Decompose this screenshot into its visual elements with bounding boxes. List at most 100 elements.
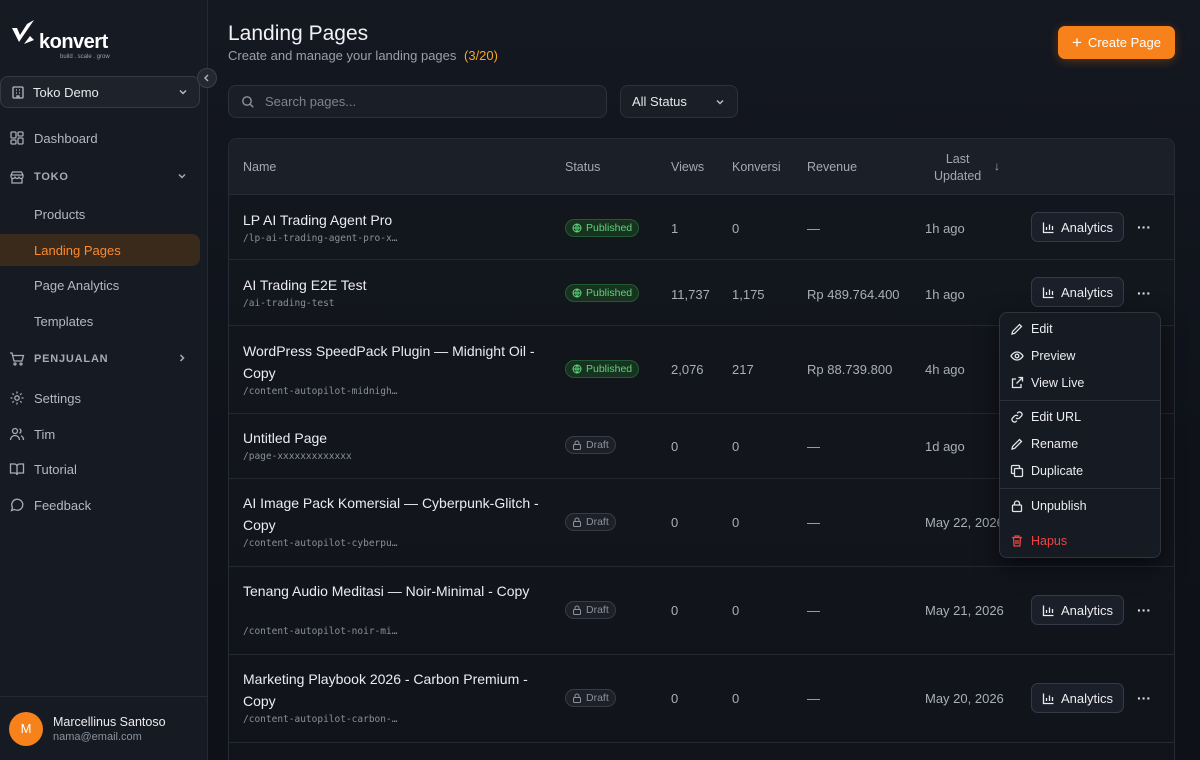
status-badge: Draft [565,689,616,707]
column-header-name[interactable]: Name [243,160,276,174]
sidebar-item-tutorial[interactable]: Tutorial [0,453,200,485]
search-input[interactable] [265,94,585,109]
page-name[interactable]: AI Image Pack Komersial — Cyberpunk-Glit… [243,492,543,536]
status-badge: Published [565,219,640,237]
sidebar-item-label: Feedback [34,497,92,513]
menu-item-label: Preview [1031,349,1076,363]
menu-item-duplicate[interactable]: Duplicate [1000,458,1160,484]
plus-icon: + [1072,33,1082,52]
table-row[interactable]: Marketing Playbook 2026 - Carbon Premium… [229,655,1174,743]
column-header-label: Last [945,152,970,166]
analytics-label: Analytics [1060,284,1114,300]
user-profile[interactable]: M Marcellinus Santoso nama@email.com [0,696,208,760]
column-header-status[interactable]: Status [565,160,600,174]
konversi-value: 217 [732,362,754,377]
search-icon [241,95,255,109]
status-label: Draft [586,516,609,528]
updated-value: May 22, 2026 [925,515,1004,530]
collapse-sidebar-button[interactable] [197,68,217,88]
bar-chart-icon [1042,605,1054,616]
sidebar-section-toko[interactable]: TOKO [0,161,200,193]
brand-logo[interactable]: konvert build . scale . grow [10,18,110,60]
sidebar-item-settings[interactable]: Settings [0,382,200,414]
updated-value: 1h ago [925,221,965,236]
menu-item-hapus[interactable]: Hapus [1000,528,1160,554]
menu-item-unpublish[interactable]: Unpublish [1000,493,1160,519]
sidebar-item-page-analytics[interactable]: Page Analytics [0,269,200,301]
column-header-views[interactable]: Views [671,160,704,174]
sidebar-section-label: TOKO [34,171,69,183]
konvert-logo-icon [12,20,34,44]
sidebar-item-landing-pages[interactable]: Landing Pages [0,234,200,266]
page-name[interactable]: AI Trading E2E Test [243,274,543,296]
lock-icon [573,440,581,450]
page-name[interactable]: WordPress SpeedPack Plugin — Midnight Oi… [243,340,543,384]
lock-icon [573,605,581,615]
page-name[interactable]: LP AI Trading Agent Pro [243,209,543,231]
more-actions-icon[interactable]: ··· [1137,691,1151,705]
analytics-button[interactable]: Analytics [1031,212,1124,242]
more-actions-icon[interactable]: ··· [1137,603,1151,617]
store-selector[interactable]: Toko Demo [0,76,200,108]
chevron-left-icon [203,74,209,82]
create-page-button[interactable]: + Create Page [1058,26,1175,59]
sidebar-section-penjualan[interactable]: PENJUALAN [0,343,200,375]
revenue-value: — [807,221,820,236]
sidebar-item-tim[interactable]: Tim [0,418,200,450]
sidebar-item-label: Products [34,206,86,222]
avatar: M [9,711,43,746]
more-actions-icon[interactable]: ··· [1137,286,1151,300]
sidebar-item-products[interactable]: Products [0,198,200,230]
column-header-konversi[interactable]: Konversi [732,160,781,174]
bar-chart-icon [1042,222,1054,233]
table-row[interactable]: Tenang Audio Meditasi — Noir-Minimal - C… [229,567,1174,655]
konversi-value: 0 [732,221,740,236]
views-value: 0 [671,439,679,454]
menu-item-label: Unpublish [1031,499,1087,513]
bar-chart-icon [1042,693,1054,704]
more-actions-icon[interactable]: ··· [1137,220,1151,234]
menu-item-edit-url[interactable]: Edit URL [1000,404,1160,430]
analytics-button[interactable]: Analytics [1031,277,1124,307]
page-count: (3/20) [464,48,498,63]
menu-item-edit[interactable]: Edit [1000,316,1160,342]
page-name[interactable]: Tenang Audio Meditasi — Noir-Minimal - C… [243,580,543,602]
updated-value: 1h ago [925,287,965,302]
chevron-down-icon [176,170,188,182]
menu-item-view-live[interactable]: View Live [1000,370,1160,396]
menu-item-rename[interactable]: Rename [1000,431,1160,457]
column-header-last-updated[interactable]: Last Updated [934,151,981,185]
store-icon [9,169,25,185]
sidebar-item-templates[interactable]: Templates [0,305,200,337]
copy-icon [1010,464,1024,478]
menu-item-label: View Live [1031,376,1085,390]
column-header-label: Updated [934,169,982,183]
page-slug: /page-xxxxxxxxxxxxx [243,451,352,462]
pencil-icon [1010,322,1024,336]
dashboard-icon [9,130,25,146]
column-header-revenue[interactable]: Revenue [807,160,857,174]
analytics-button[interactable]: Analytics [1031,595,1124,625]
menu-item-label: Edit [1031,322,1053,336]
menu-item-label: Duplicate [1031,464,1084,478]
table-row[interactable]: LP AI Trading Agent Pro /lp-ai-trading-a… [229,195,1174,260]
sort-arrow-down-icon[interactable]: ↓ [994,159,1000,173]
chevron-down-icon [177,86,189,98]
sidebar-item-feedback[interactable]: Feedback [0,489,200,521]
revenue-value: Rp 489.764.400 [807,287,900,302]
menu-item-label: Hapus [1031,534,1068,548]
status-label: Draft [586,439,609,451]
sidebar-item-dashboard[interactable]: Dashboard [0,122,200,154]
views-value: 0 [671,515,679,530]
globe-icon [572,364,582,374]
link-icon [1010,410,1024,424]
pencil-icon [1010,437,1024,451]
analytics-button[interactable]: Analytics [1031,683,1124,713]
page-name[interactable]: Untitled Page [243,427,543,449]
revenue-value: — [807,691,820,706]
page-name[interactable]: Marketing Playbook 2026 - Carbon Premium… [243,668,543,712]
search-box[interactable] [228,85,607,118]
menu-item-preview[interactable]: Preview [1000,343,1160,369]
sidebar-item-label: Dashboard [34,130,98,146]
status-filter-select[interactable]: All Status [620,85,738,118]
